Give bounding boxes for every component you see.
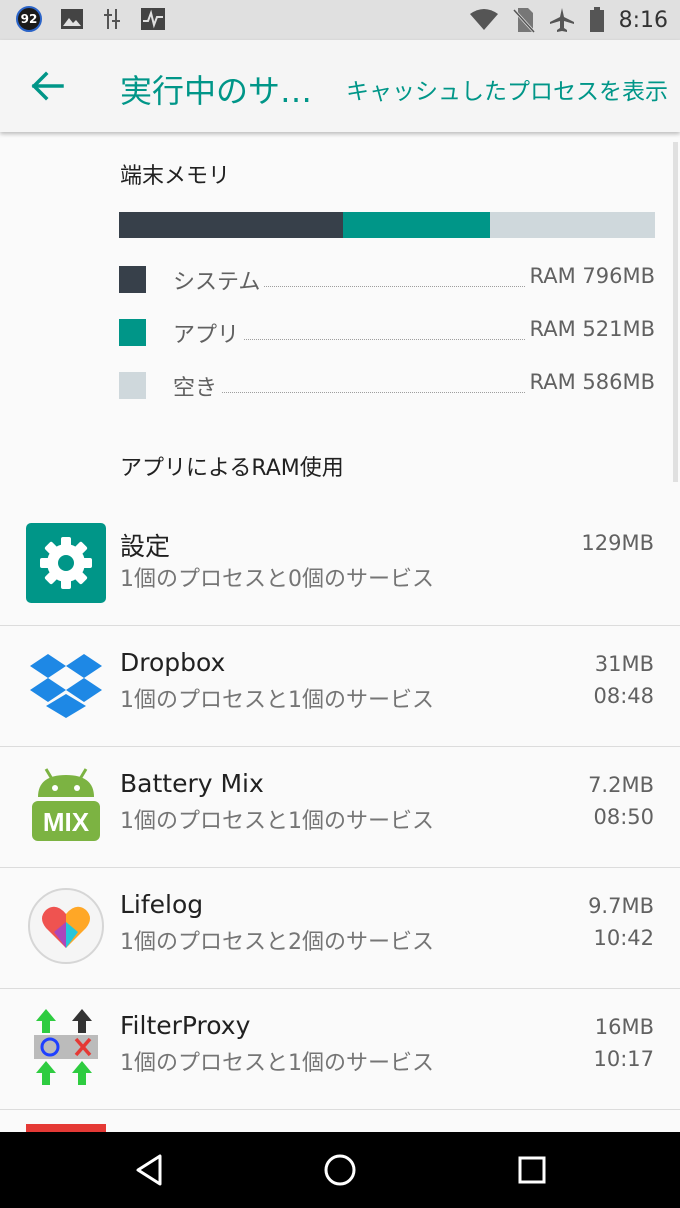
legend-row-system: システム RAM 796MB (119, 264, 655, 296)
app-process-info: 1個のプロセスと2個のサービス (120, 930, 434, 955)
legend-row-apps: アプリ RAM 521MB (119, 317, 655, 349)
dropbox-icon (30, 654, 102, 718)
app-row-dropbox[interactable]: Dropbox 1個のプロセスと1個のサービス 31MB 08:48 (0, 626, 680, 747)
app-run-time: 08:48 (593, 684, 654, 708)
back-nav-icon[interactable] (130, 1150, 170, 1190)
memory-bar-system-segment (119, 212, 344, 238)
settings-gear-icon (26, 523, 106, 603)
app-run-time: 08:50 (593, 805, 654, 829)
app-row-lifelog[interactable]: Lifelog 1個のプロセスと2個のサービス 9.7MB 10:42 (0, 868, 680, 989)
app-process-info: 1個のプロセスと1個のサービス (120, 688, 434, 713)
pulse-icon (141, 8, 165, 30)
recents-nav-icon[interactable] (512, 1150, 552, 1190)
no-sim-icon (512, 8, 535, 33)
app-process-info: 1個のプロセスと1個のサービス (120, 809, 434, 834)
legend-value-free: RAM 586MB (525, 370, 655, 394)
app-name: FilterProxy (120, 1011, 251, 1040)
filterproxy-icon (34, 1009, 98, 1085)
notification-92-icon: 92 (16, 6, 42, 32)
home-nav-icon[interactable] (320, 1150, 360, 1190)
action-bar: 実行中のサ… キャッシュしたプロセスを表示 (0, 40, 680, 132)
app-name: Battery Mix (120, 769, 264, 798)
scrollbar[interactable] (673, 142, 678, 482)
status-time: 8:16 (618, 7, 668, 33)
next-app-icon-partial (26, 1124, 106, 1132)
lifelog-heart-icon (28, 888, 104, 964)
battery-mix-icon: MIX (32, 768, 100, 841)
memory-bar-apps-segment (343, 212, 490, 238)
legend-swatch-system (119, 266, 146, 293)
battery-icon (589, 7, 604, 32)
app-name: 設定 (120, 532, 171, 561)
content-area[interactable]: 端末メモリ システム RAM 796MB アプリ RAM 521MB 空き RA… (0, 132, 680, 1132)
wifi-icon (469, 9, 498, 30)
app-ram-usage-title: アプリによるRAM使用 (120, 456, 344, 481)
usb-icon (104, 9, 120, 29)
svg-text:MIX: MIX (43, 807, 90, 837)
show-cached-processes-button[interactable]: キャッシュしたプロセスを表示 (346, 72, 668, 106)
navigation-bar (0, 1132, 680, 1208)
device-memory-title: 端末メモリ (120, 164, 231, 189)
memory-bar-free-segment (489, 212, 655, 238)
legend-swatch-free (119, 372, 146, 399)
app-ram-size: 129MB (581, 531, 654, 555)
legend-value-apps: RAM 521MB (525, 317, 655, 341)
app-row-filterproxy[interactable]: FilterProxy 1個のプロセスと1個のサービス 16MB 10:17 (0, 989, 680, 1110)
legend-swatch-apps (119, 319, 146, 346)
legend-value-system: RAM 796MB (525, 264, 655, 288)
legend-label-free: 空き (173, 370, 222, 402)
app-ram-size: 9.7MB (588, 894, 654, 918)
image-icon (61, 9, 83, 29)
app-process-info: 1個のプロセスと1個のサービス (120, 1051, 434, 1076)
legend-label-system: システム (173, 264, 265, 296)
app-run-time: 10:42 (593, 926, 654, 950)
legend-row-free: 空き RAM 586MB (119, 370, 655, 402)
app-run-time: 10:17 (593, 1047, 654, 1071)
app-ram-size: 7.2MB (588, 773, 654, 797)
app-ram-size: 31MB (594, 652, 654, 676)
page-title: 実行中のサ… (120, 72, 313, 110)
legend-label-apps: アプリ (173, 317, 244, 349)
app-name: Lifelog (120, 890, 204, 919)
app-ram-size: 16MB (594, 1015, 654, 1039)
back-arrow-icon[interactable] (28, 68, 68, 104)
airplane-icon (549, 8, 574, 32)
app-name: Dropbox (120, 648, 226, 677)
status-bar: 92 8:16 (0, 0, 680, 40)
app-row-battery-mix[interactable]: MIX Battery Mix 1個のプロセスと1個のサービス 7.2MB 08… (0, 747, 680, 868)
app-row-settings[interactable]: 設定 1個のプロセスと0個のサービス 129MB (0, 505, 680, 626)
memory-usage-bar (119, 212, 655, 238)
app-process-info: 1個のプロセスと0個のサービス (120, 567, 434, 592)
leader-dots (173, 392, 525, 393)
